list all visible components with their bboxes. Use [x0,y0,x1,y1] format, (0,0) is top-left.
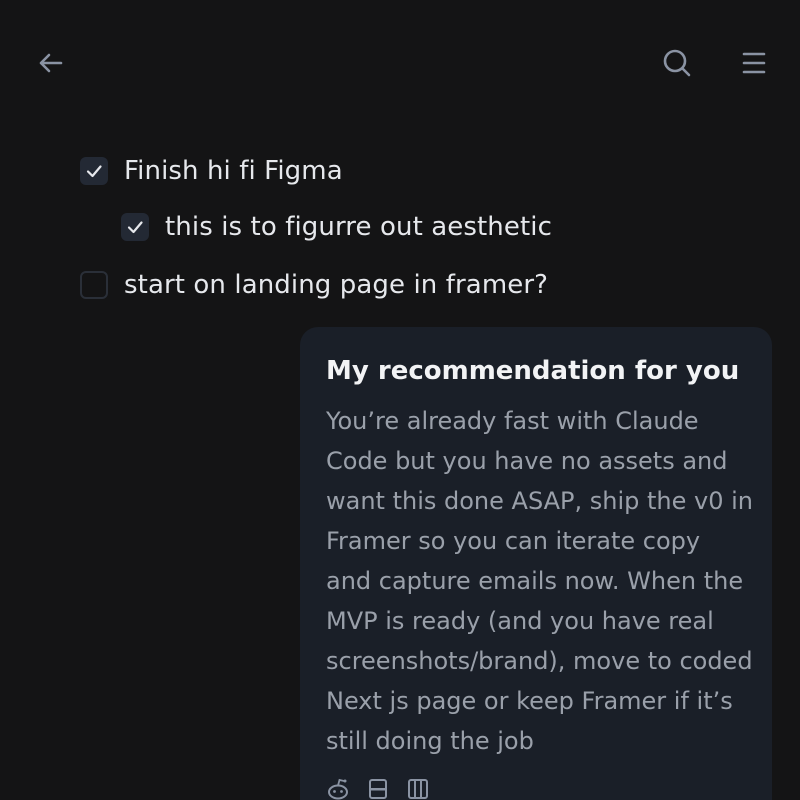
task-item: start on landing page in framer? [80,270,548,300]
task-item: Finish hi fi Figma [80,156,343,186]
search-icon[interactable] [656,42,698,84]
check-icon [127,221,143,234]
subtask-item: this is to figurre out aesthetic [121,212,552,242]
back-arrow-icon[interactable] [30,42,72,84]
card-body-line: want this done ASAP, ship the v0 in [326,487,754,515]
card-body-line: MVP is ready (and you have real [326,607,714,635]
card-body-line: Next js page or keep Framer if it’s [326,687,733,715]
card-body: You’re already fast with Claude Code but… [326,401,754,761]
card-body-line: Code but you have no assets and [326,447,728,475]
card-title: My recommendation for you [326,356,740,386]
card-body-line: screenshots/brand), move to coded [326,647,753,675]
reddit-icon[interactable] [326,777,350,800]
check-icon [86,165,102,178]
card-actions [326,777,430,800]
card-body-line: You’re already fast with Claude [326,407,699,435]
columns-icon[interactable] [406,777,430,800]
card-body-line: and capture emails now. When the [326,567,744,595]
card-body-line: Framer so you can iterate copy [326,527,701,555]
checkbox-unchecked[interactable] [80,271,108,299]
task-label[interactable]: this is to figurre out aesthetic [165,212,552,242]
card-body-line: still doing the job [326,727,534,755]
checkbox-checked[interactable] [80,157,108,185]
card-icon[interactable] [366,777,390,800]
screen: Finish hi fi Figma this is to figurre ou… [0,0,800,800]
task-label[interactable]: Finish hi fi Figma [124,156,343,186]
recommendation-card: My recommendation for you You’re already… [300,327,772,800]
checkbox-checked[interactable] [121,213,149,241]
menu-icon[interactable] [733,42,775,84]
task-label[interactable]: start on landing page in framer? [124,270,548,300]
